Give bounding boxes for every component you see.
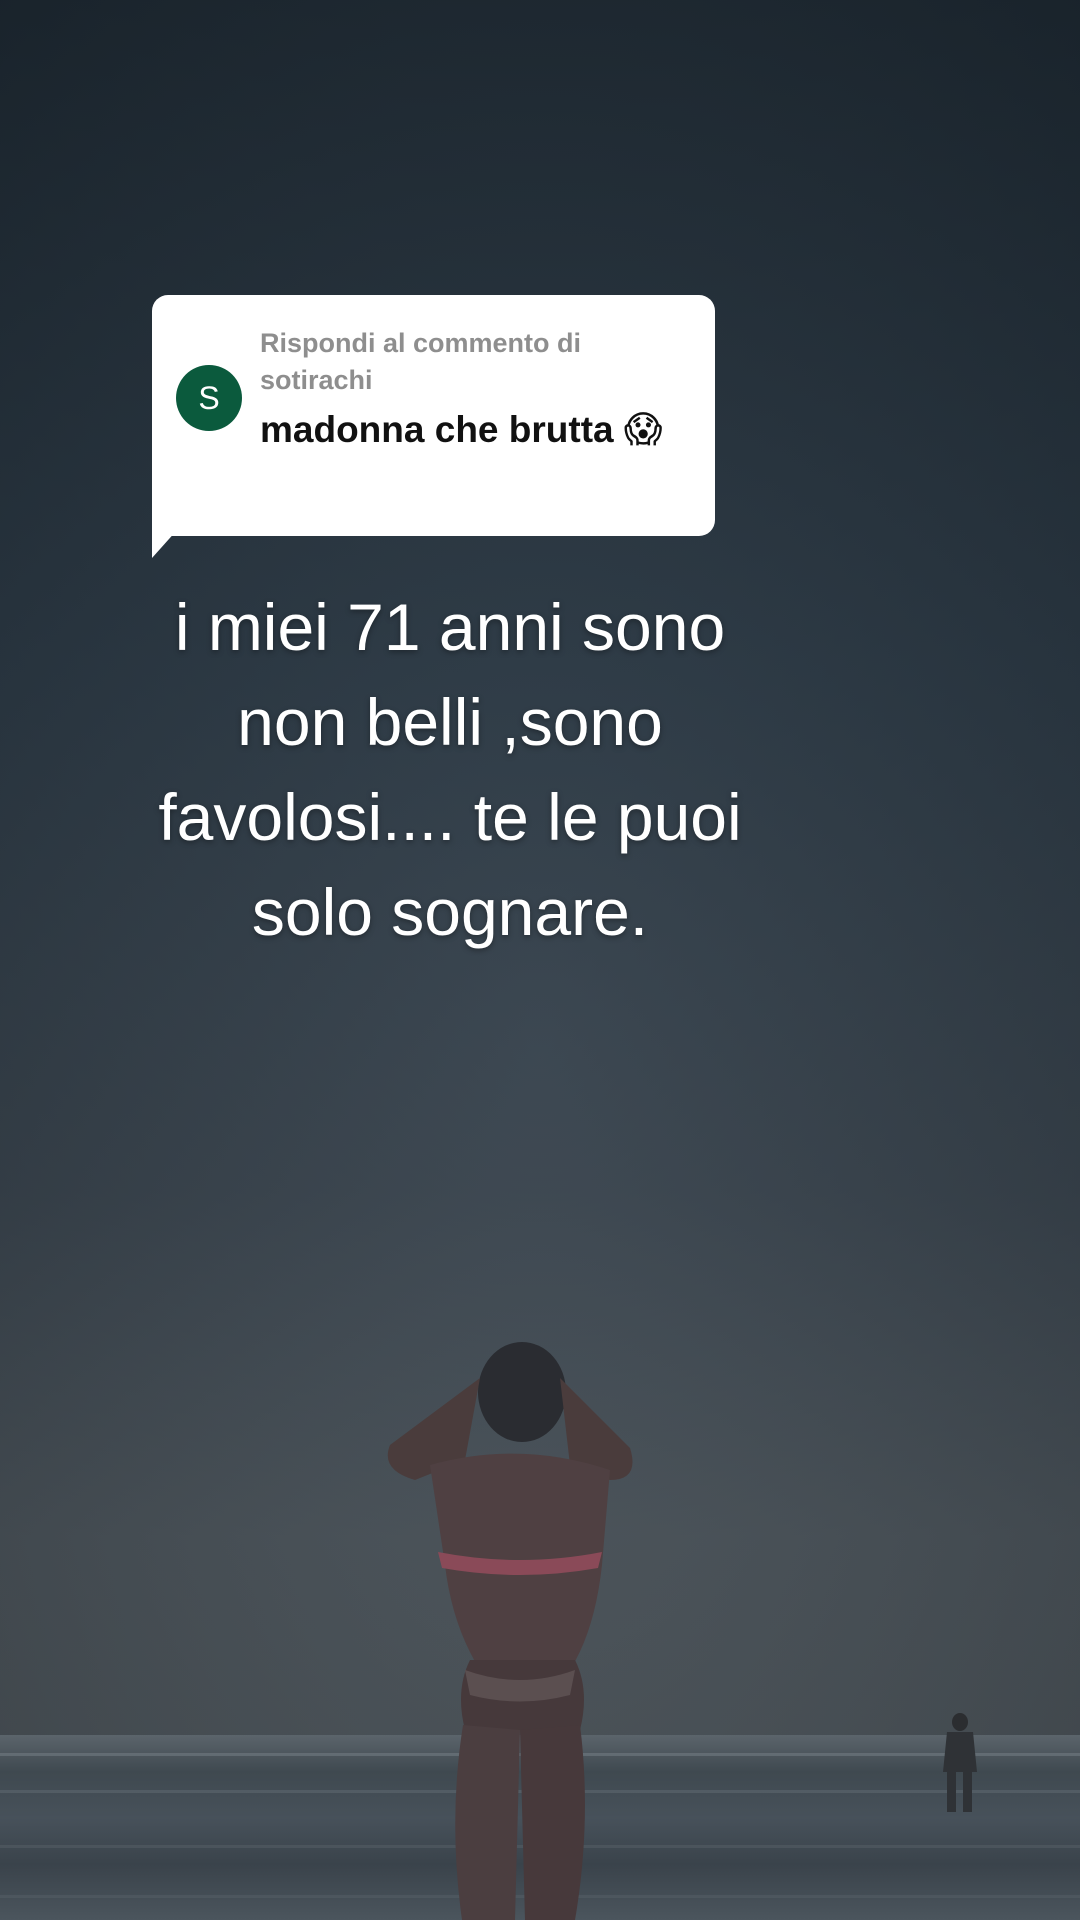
avatar-letter: S	[198, 379, 220, 416]
video-screen[interactable]: S Rispondi al commento di sotirachi mado…	[0, 0, 1080, 1920]
bubble-tail	[152, 520, 186, 558]
commenter-avatar[interactable]: S	[176, 365, 242, 431]
comment-text: madonna che brutta 😱	[260, 409, 663, 450]
video-caption: i miei 71 anni sono non belli ,sono favo…	[158, 590, 742, 949]
reply-to-label: Rispondi al commento di sotirachi	[260, 328, 582, 395]
distant-person	[943, 1713, 977, 1812]
woman-silhouette	[387, 1342, 633, 1920]
